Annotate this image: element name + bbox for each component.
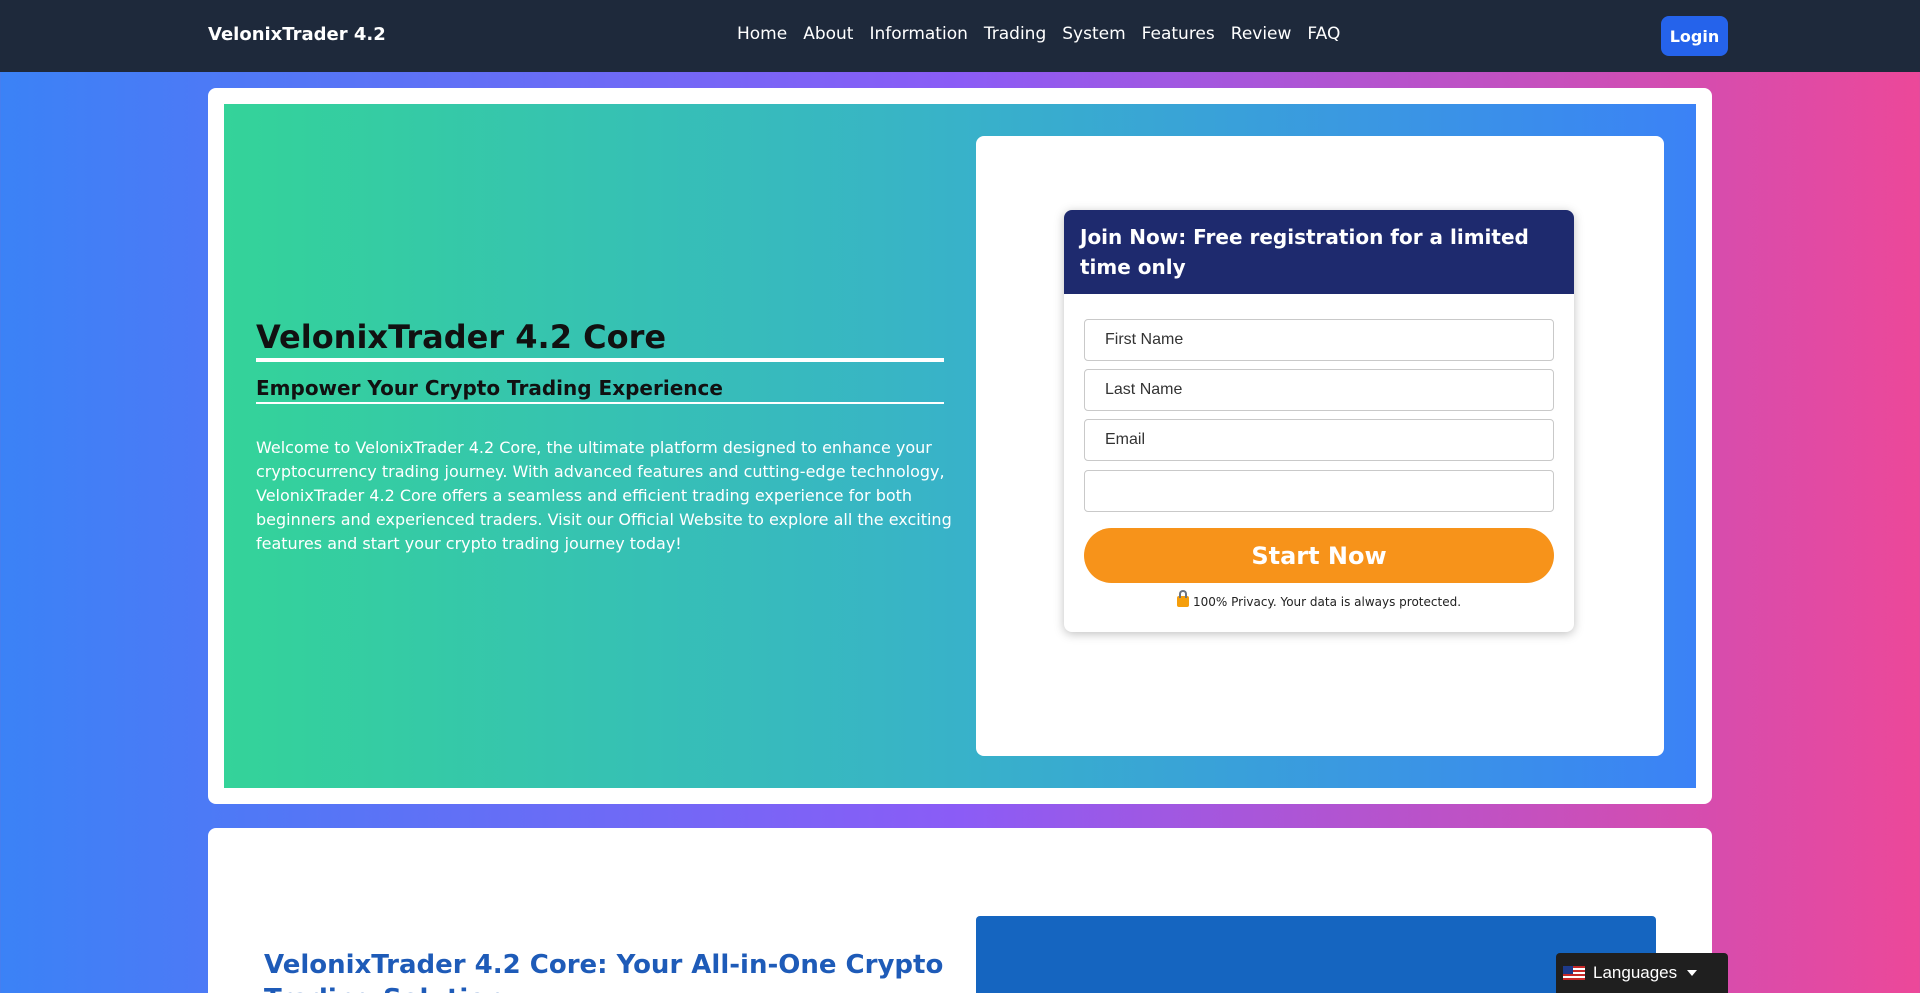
top-navbar: VelonixTrader 4.2 Home About Information… (0, 0, 1920, 72)
hero-description: Welcome to VelonixTrader 4.2 Core, the u… (256, 438, 952, 553)
privacy-note: 100% Privacy. Your data is always protec… (1064, 590, 1574, 609)
first-name-input[interactable] (1084, 319, 1554, 361)
start-now-button[interactable]: Start Now (1084, 528, 1554, 583)
registration-card: Join Now: Free registration for a limite… (976, 136, 1664, 756)
caret-down-icon (1687, 970, 1698, 976)
email-input[interactable] (1084, 419, 1554, 461)
lock-icon (1176, 590, 1189, 607)
language-selector[interactable]: Languages (1556, 953, 1728, 993)
privacy-text: 100% Privacy. Your data is always protec… (1192, 595, 1462, 609)
hero-subtitle: Empower Your Crypto Trading Experience (256, 376, 944, 404)
nav-link-information[interactable]: Information (869, 24, 967, 44)
nav-link-features[interactable]: Features (1142, 24, 1215, 44)
hero-section: VelonixTrader 4.2 Core Empower Your Cryp… (208, 88, 1712, 804)
language-label: Languages (1593, 963, 1678, 982)
nav-link-review[interactable]: Review (1231, 24, 1292, 44)
phone-input[interactable] (1084, 470, 1554, 512)
overview-section: VelonixTrader 4.2 Core: Your All-in-One … (208, 828, 1712, 993)
last-name-input[interactable] (1084, 369, 1554, 411)
hero-title: VelonixTrader 4.2 Core (256, 318, 944, 362)
nav-link-about[interactable]: About (803, 24, 853, 44)
hero-gradient-panel: VelonixTrader 4.2 Core Empower Your Cryp… (224, 104, 1696, 788)
nav-links: Home About Information Trading System Fe… (737, 24, 1356, 44)
registration-form: Join Now: Free registration for a limite… (1064, 210, 1574, 632)
nav-link-system[interactable]: System (1062, 24, 1125, 44)
nav-link-faq[interactable]: FAQ (1307, 24, 1340, 44)
brand-logo-text[interactable]: VelonixTrader 4.2 (208, 24, 386, 45)
overview-image (976, 916, 1656, 993)
nav-link-home[interactable]: Home (737, 24, 787, 44)
us-flag-icon (1563, 966, 1585, 980)
nav-link-trading[interactable]: Trading (984, 24, 1046, 44)
overview-title: VelonixTrader 4.2 Core: Your All-in-One … (264, 950, 944, 993)
form-heading: Join Now: Free registration for a limite… (1064, 210, 1574, 294)
login-button[interactable]: Login (1661, 16, 1728, 56)
